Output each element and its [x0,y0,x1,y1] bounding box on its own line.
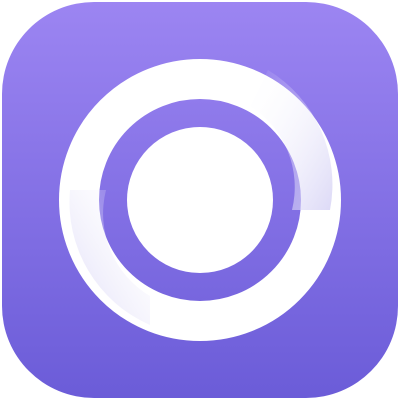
ring-logo-icon [2,2,398,398]
app-icon[interactable] [0,0,400,400]
app-icon-canvas [0,0,400,400]
center-dot [127,127,273,273]
